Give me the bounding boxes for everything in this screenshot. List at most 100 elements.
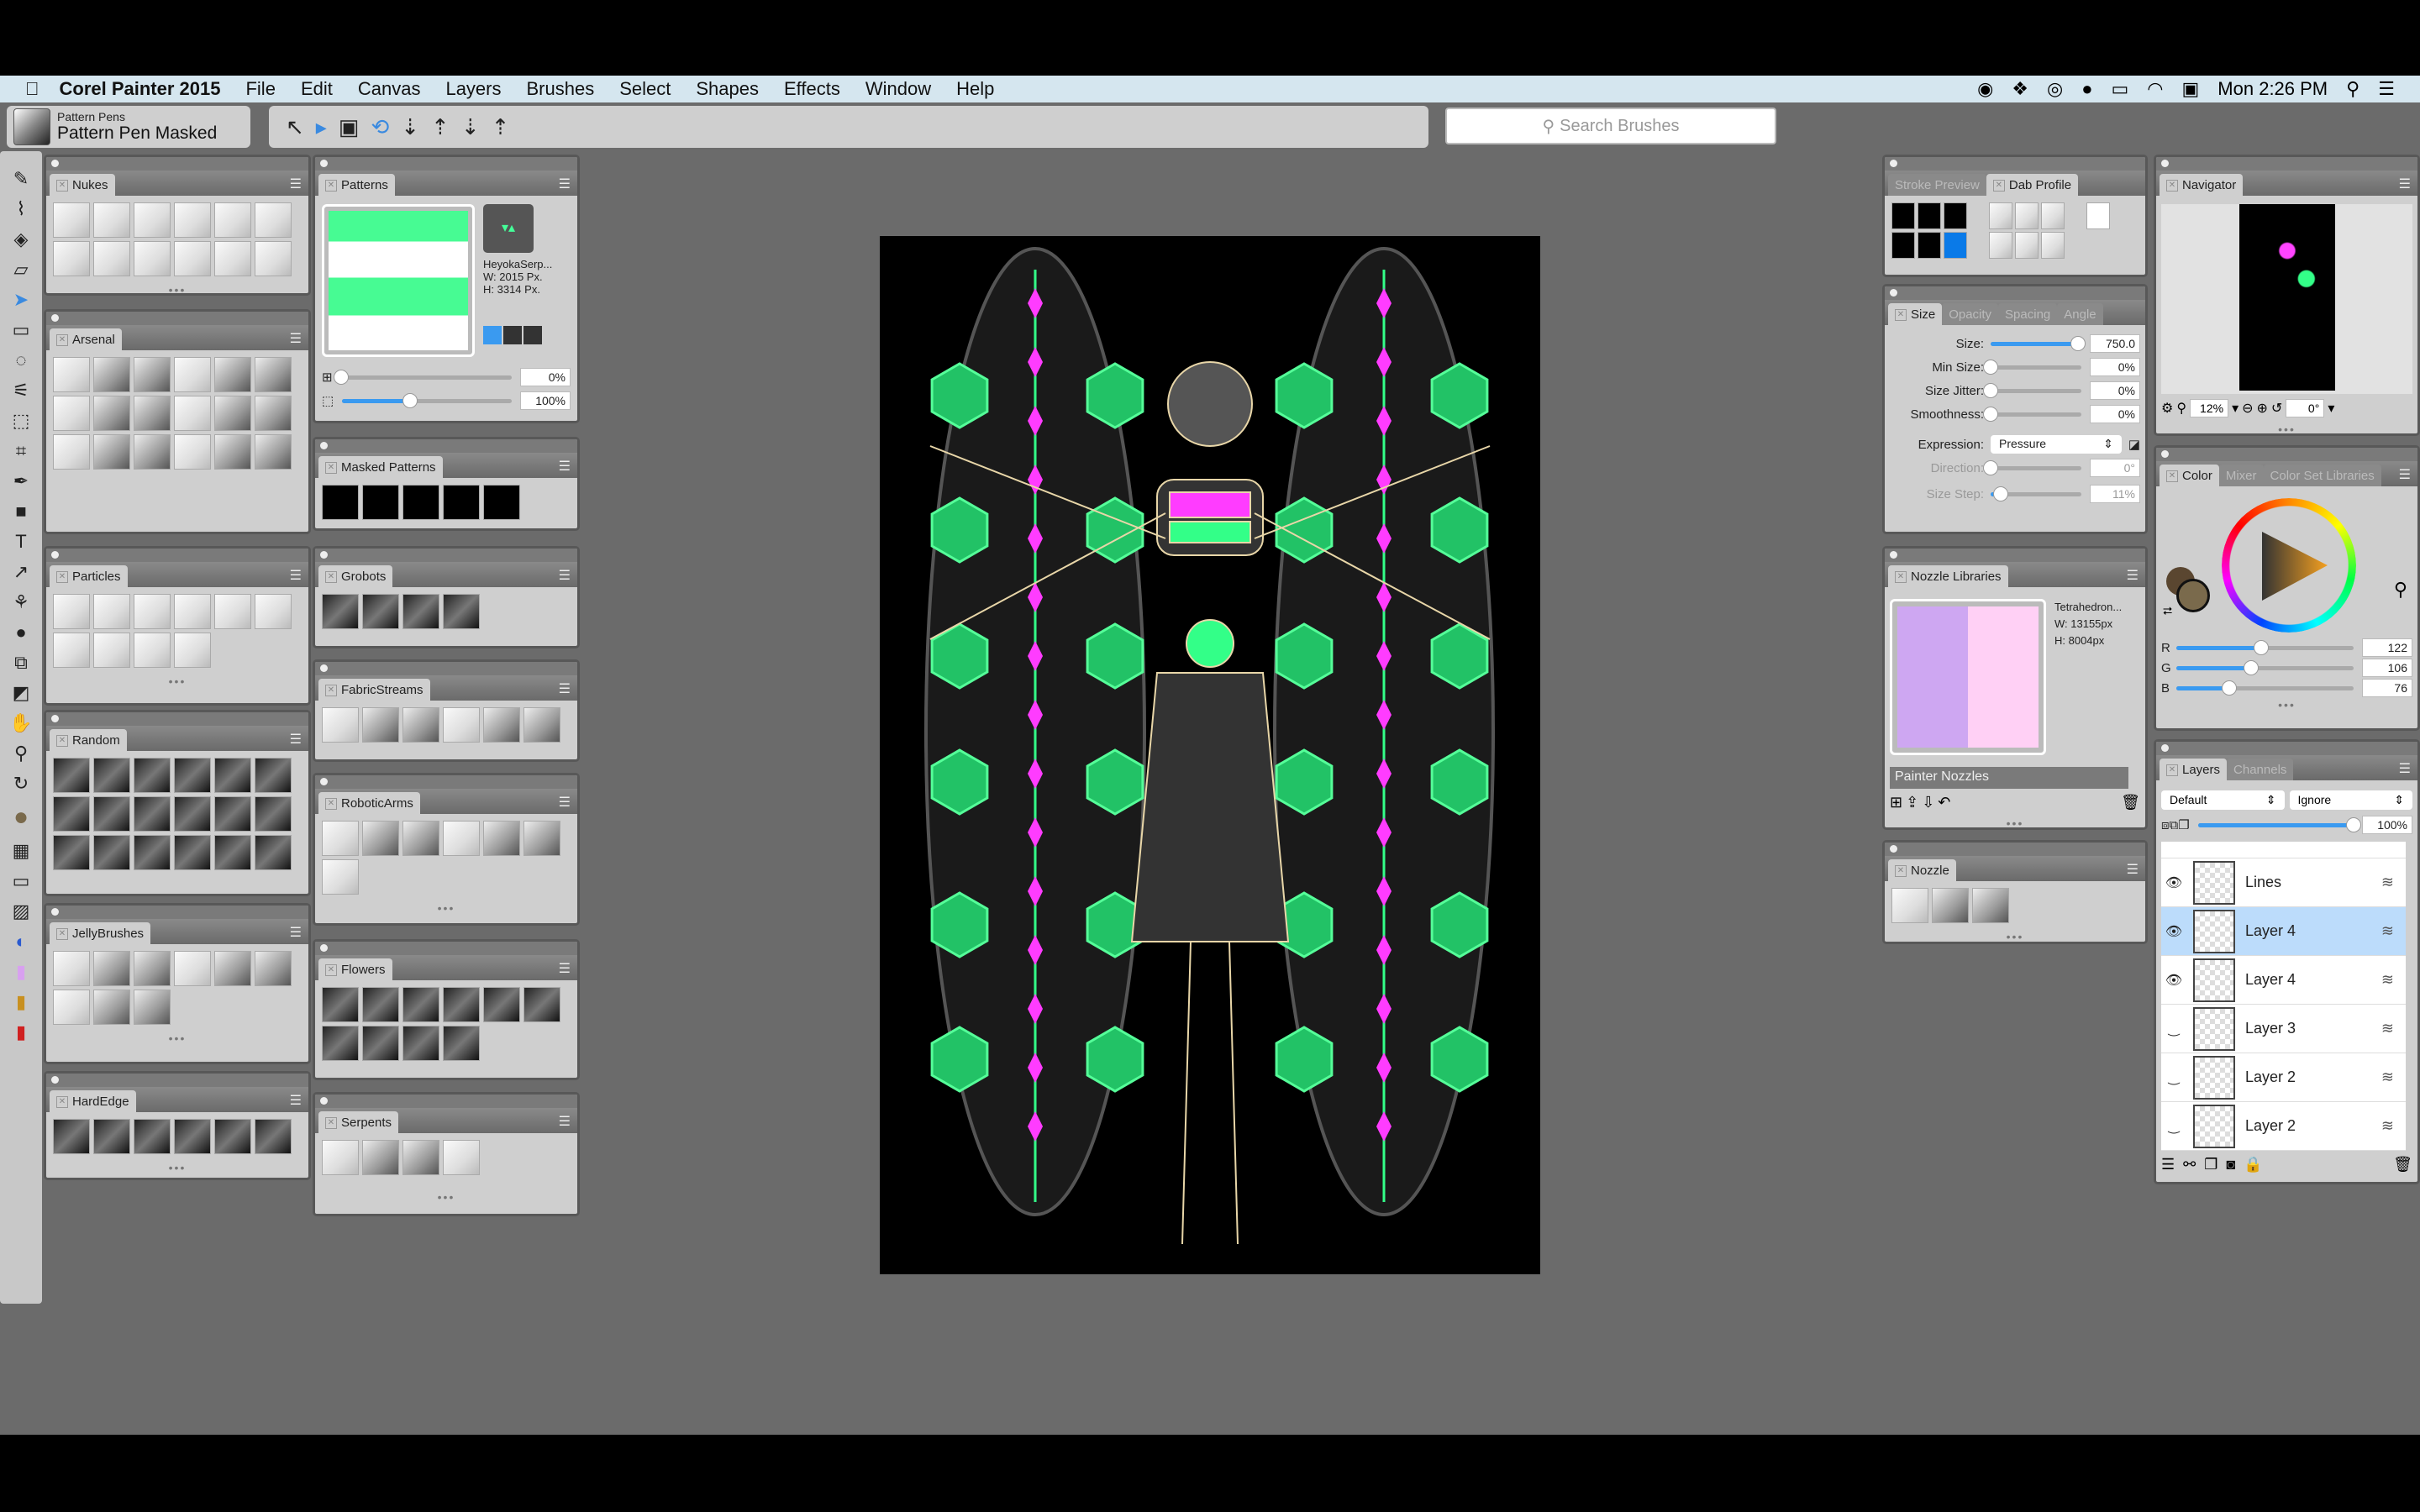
library-thumbnail[interactable] bbox=[483, 987, 520, 1022]
library-thumbnail[interactable] bbox=[362, 1026, 399, 1061]
look-chip-icon[interactable]: ▮ bbox=[16, 991, 26, 1013]
library-thumbnail[interactable] bbox=[214, 434, 251, 470]
panel-grip[interactable] bbox=[315, 662, 577, 675]
battery-icon[interactable]: ▣ bbox=[2182, 78, 2200, 100]
library-thumbnail[interactable] bbox=[93, 633, 130, 668]
mode-2-icon[interactable]: ⇡ bbox=[431, 114, 450, 140]
tab-dab-profile[interactable]: ✕ Dab Profile bbox=[1986, 174, 2079, 196]
zoom-field[interactable]: 12% bbox=[2190, 399, 2229, 417]
library-thumbnail[interactable] bbox=[134, 357, 171, 392]
library-thumbnail[interactable] bbox=[174, 202, 211, 238]
dodge-icon[interactable]: ● bbox=[15, 622, 26, 643]
dab-profile-option[interactable] bbox=[1989, 232, 2012, 259]
library-thumbnail[interactable] bbox=[174, 1119, 211, 1154]
library-thumbnail[interactable] bbox=[214, 357, 251, 392]
library-thumbnail[interactable] bbox=[523, 707, 560, 743]
offset-slider[interactable] bbox=[333, 369, 512, 385]
rotation-dropdown-icon[interactable]: ▾ bbox=[2328, 400, 2334, 417]
close-icon[interactable]: ✕ bbox=[56, 333, 68, 346]
library-thumbnail[interactable] bbox=[1932, 888, 1969, 923]
pick-up-color-icon[interactable]: ⧉ bbox=[2170, 818, 2179, 832]
library-thumbnail[interactable] bbox=[93, 241, 130, 276]
library-thumbnail[interactable] bbox=[134, 241, 171, 276]
clone-color-icon[interactable]: ⚲ bbox=[2394, 579, 2407, 601]
navigator-preview[interactable] bbox=[2161, 204, 2412, 394]
preserve-transparency-icon[interactable]: ⧈ bbox=[2161, 818, 2170, 832]
g-value[interactable]: 106 bbox=[2362, 659, 2412, 677]
tab-mixer[interactable]: Mixer bbox=[2218, 465, 2264, 486]
more-dots[interactable]: ••• bbox=[46, 1032, 308, 1045]
divine-icon[interactable]: ◩ bbox=[13, 682, 30, 704]
panel-menu-icon[interactable]: ☰ bbox=[290, 176, 302, 192]
menu-select[interactable]: Select bbox=[619, 78, 671, 100]
rotate-reset-icon[interactable]: ↺ bbox=[2271, 400, 2282, 417]
panel-menu-icon[interactable]: ☰ bbox=[2127, 567, 2139, 584]
saturation-triangle[interactable] bbox=[2255, 532, 2331, 602]
library-thumbnail[interactable] bbox=[53, 835, 90, 870]
library-thumbnail[interactable] bbox=[362, 987, 399, 1022]
library-thumbnail[interactable] bbox=[214, 835, 251, 870]
airplay-icon[interactable]: ▭ bbox=[2112, 78, 2129, 100]
library-thumbnail[interactable] bbox=[402, 987, 439, 1022]
menu-file[interactable]: File bbox=[245, 78, 275, 100]
menu-window[interactable]: Window bbox=[865, 78, 931, 100]
composite-method-select[interactable]: Default ⇕ bbox=[2161, 790, 2285, 810]
tab-fabricstreams[interactable]: ✕ FabricStreams bbox=[318, 679, 430, 701]
paint-bucket-icon[interactable]: ◈ bbox=[14, 228, 29, 250]
panel-menu-icon[interactable]: ☰ bbox=[559, 680, 571, 697]
rect-select-icon[interactable]: ▭ bbox=[13, 319, 30, 341]
tab-spacing[interactable]: Spacing bbox=[1998, 303, 2058, 325]
close-icon[interactable]: ✕ bbox=[325, 684, 337, 696]
panel-menu-icon[interactable]: ☰ bbox=[2399, 176, 2411, 192]
dab-profile-option[interactable] bbox=[2015, 232, 2039, 259]
close-icon[interactable]: ✕ bbox=[56, 927, 68, 940]
library-thumbnail[interactable] bbox=[255, 594, 292, 629]
lock-icon[interactable]: 🔒 bbox=[2244, 1156, 2262, 1173]
nozzle-preview[interactable] bbox=[1890, 599, 2046, 755]
path-select-icon[interactable]: ▸ bbox=[316, 114, 327, 140]
panel-grip[interactable] bbox=[2156, 448, 2417, 461]
library-thumbnail[interactable] bbox=[214, 951, 251, 986]
library-thumbnail[interactable] bbox=[134, 594, 171, 629]
g-slider[interactable] bbox=[2176, 659, 2354, 675]
dab-profile-option[interactable] bbox=[1989, 202, 2012, 229]
layer-row[interactable]: 👁 Layer 4 ≋ bbox=[2161, 956, 2406, 1005]
library-thumbnail[interactable] bbox=[134, 835, 171, 870]
library-thumbnail[interactable] bbox=[362, 1140, 399, 1175]
close-icon[interactable]: ✕ bbox=[325, 179, 337, 192]
row-value[interactable]: 750.0 bbox=[2090, 334, 2140, 353]
record-icon[interactable]: ◉ bbox=[1977, 78, 1993, 100]
dab-profile-option[interactable] bbox=[1918, 232, 1941, 259]
tab-channels[interactable]: Channels bbox=[2227, 759, 2294, 780]
tab-size[interactable]: ✕ Size bbox=[1888, 303, 1943, 325]
row-value[interactable]: 0% bbox=[2090, 405, 2140, 423]
r-value[interactable]: 122 bbox=[2362, 638, 2412, 657]
tab-arsenal[interactable]: ✕ Arsenal bbox=[50, 328, 122, 350]
panel-grip[interactable] bbox=[315, 1095, 577, 1108]
tile-mode-offset-icon[interactable] bbox=[523, 326, 542, 344]
library-thumbnail[interactable] bbox=[93, 357, 130, 392]
library-thumbnail[interactable] bbox=[53, 396, 90, 431]
eye-closed-icon[interactable]: ‿ bbox=[2161, 1069, 2186, 1086]
library-thumbnail[interactable] bbox=[443, 987, 480, 1022]
panel-grip[interactable] bbox=[315, 775, 577, 789]
panel-grip[interactable] bbox=[46, 712, 308, 726]
library-thumbnail[interactable] bbox=[443, 821, 480, 856]
b-slider[interactable] bbox=[2176, 680, 2354, 696]
layer-row[interactable]: ‿ Layer 2 ≋ bbox=[2161, 1053, 2406, 1102]
library-thumbnail[interactable] bbox=[255, 835, 292, 870]
zoom-dropdown-icon[interactable]: ▾ bbox=[2232, 400, 2238, 417]
swap-colors-icon[interactable]: ⮂ bbox=[2163, 604, 2172, 618]
tab-roboticarms[interactable]: ✕ RoboticArms bbox=[318, 792, 420, 814]
mode-3-icon[interactable]: ⇣ bbox=[461, 114, 480, 140]
invert-icon[interactable]: ◪ bbox=[2128, 437, 2140, 452]
rotate-icon[interactable]: ↻ bbox=[13, 773, 29, 795]
menu-help[interactable]: Help bbox=[956, 78, 994, 100]
panel-grip[interactable] bbox=[2156, 157, 2417, 171]
dab-profile-option[interactable] bbox=[2041, 202, 2065, 229]
mask-icon[interactable]: ▣ bbox=[339, 114, 360, 140]
weave-chip-icon[interactable]: ▮ bbox=[16, 1021, 26, 1043]
spotlight-icon[interactable]: ⚲ bbox=[2346, 78, 2360, 100]
dab-profile-selected[interactable] bbox=[1944, 232, 1967, 259]
tab-patterns[interactable]: ✕ Patterns bbox=[318, 174, 395, 196]
